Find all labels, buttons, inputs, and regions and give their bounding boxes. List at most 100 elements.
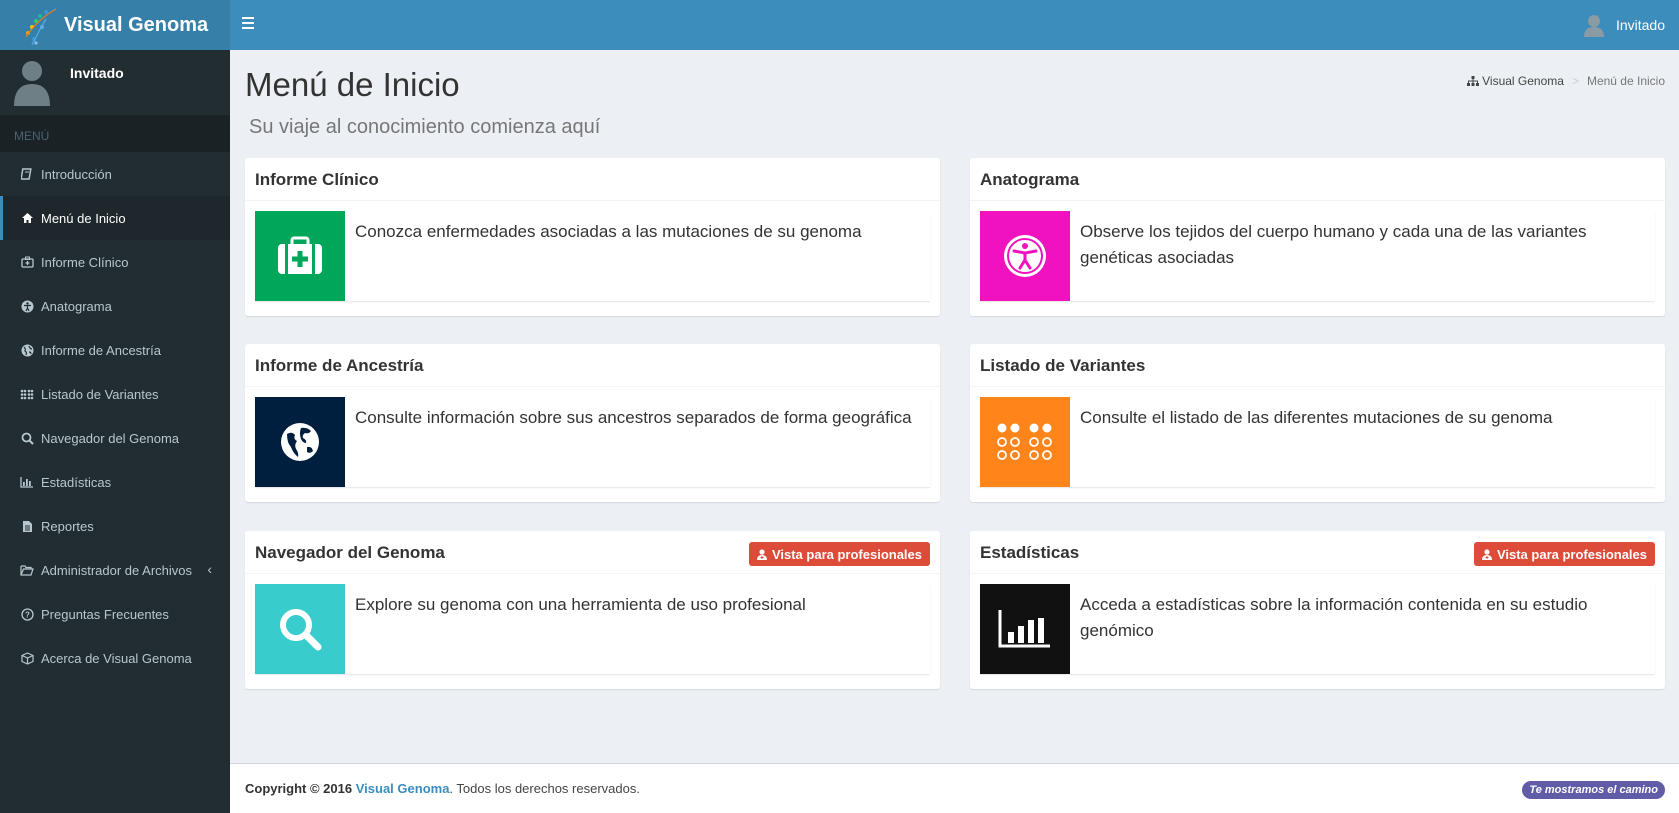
card-icon-container — [255, 211, 345, 301]
footer-brand-link[interactable]: Visual Genoma — [356, 781, 450, 796]
home-icon — [20, 211, 34, 225]
sidebar-item-informe-clinico[interactable]: Informe Clínico — [0, 240, 230, 284]
globe-icon — [281, 423, 319, 461]
folder-open-icon — [20, 563, 34, 577]
file-icon — [20, 519, 34, 533]
breadcrumb-separator: > — [1571, 74, 1579, 88]
card-header: Informe Clínico — [245, 161, 940, 201]
card-anatograma: Anatograma Observe los tejidos del cuerp… — [970, 158, 1665, 316]
sidebar-item-label: Informe de Ancestría — [41, 342, 161, 358]
sidebar-item-informe-ancestria[interactable]: Informe de Ancestría — [0, 328, 230, 372]
bar-chart-icon — [20, 475, 34, 489]
dots-grid-icon — [20, 387, 34, 401]
card-icon-container — [980, 397, 1070, 487]
user-avatar-icon — [14, 61, 50, 106]
professional-view-button[interactable]: Vista para profesionales — [1473, 542, 1655, 566]
dna-logo-icon — [25, 7, 57, 46]
card-description: Observe los tejidos del cuerpo humano y … — [1080, 222, 1587, 267]
svg-text:?: ? — [25, 610, 30, 619]
sidebar-item-introduccion[interactable]: Introducción — [0, 152, 230, 196]
sidebar-item-anatograma[interactable]: Anatograma — [0, 284, 230, 328]
sidebar-item-reportes[interactable]: Reportes — [0, 504, 230, 548]
card-icon-container — [980, 211, 1070, 301]
professional-view-button[interactable]: Vista para profesionales — [748, 542, 930, 566]
app-title: Visual Genoma — [64, 13, 209, 36]
user-panel: Invitado — [0, 50, 230, 115]
card-description: Explore su genoma con una herramienta de… — [355, 595, 806, 614]
sidebar-item-preguntas-frecuentes[interactable]: ? Preguntas Frecuentes — [0, 592, 230, 636]
sidebar-item-acerca-visual-genoma[interactable]: Acerca de Visual Genoma — [0, 636, 230, 680]
bar-chart-icon — [998, 610, 1050, 648]
search-icon — [280, 609, 322, 651]
card-icon-container — [255, 584, 345, 674]
professional-view-label: Vista para profesionales — [771, 546, 922, 562]
card-title: Informe Clínico — [255, 170, 379, 189]
page-subtitle: Su viaje al conocimiento comienza aquí — [249, 116, 601, 138]
search-icon — [20, 431, 34, 445]
sidebar-item-label: Acerca de Visual Genoma — [41, 650, 192, 666]
sidebar-item-label: Menú de Inicio — [41, 210, 126, 226]
card-title: Anatograma — [980, 170, 1080, 189]
sidebar-item-administrador-archivos[interactable]: Administrador de Archivos ‹ — [0, 548, 230, 592]
app-logo[interactable]: Visual Genoma — [0, 0, 230, 50]
info-box-estadisticas[interactable]: Acceda a estadísticas sobre la informaci… — [980, 584, 1655, 674]
user-avatar-icon — [1583, 15, 1604, 37]
dots-grid-icon — [997, 423, 1052, 460]
footer-copyright: Copyright © 2016 Visual Genoma. Todos lo… — [245, 781, 640, 796]
card-title: Navegador del Genoma — [255, 543, 445, 562]
user-menu[interactable]: Invitado — [1582, 0, 1665, 50]
medkit-icon — [278, 236, 322, 274]
copyright-text: Copyright © 2016 — [245, 781, 353, 796]
card-icon-container — [255, 397, 345, 487]
cube-icon — [20, 651, 34, 665]
top-navbar: Visual Genoma Invitado — [0, 0, 1679, 50]
sidebar-menu: Introducción Menú de Inicio Informe Clín… — [0, 152, 230, 680]
footer: Copyright © 2016 Visual Genoma. Todos lo… — [230, 763, 1679, 813]
sidebar-item-navegador-genoma[interactable]: Navegador del Genoma — [0, 416, 230, 460]
sitemap-icon — [1467, 75, 1480, 86]
card-description: Conozca enfermedades asociadas a las mut… — [355, 222, 862, 241]
card-description: Consulte información sobre sus ancestros… — [355, 408, 912, 427]
card-header: Listado de Variantes — [970, 347, 1665, 387]
sidebar-item-menu-inicio[interactable]: Menú de Inicio — [0, 196, 230, 240]
card-informe-clinico: Informe Clínico Conozca enfermedades aso… — [245, 158, 940, 316]
info-box-listado-variantes[interactable]: Consulte el listado de las diferentes mu… — [980, 397, 1655, 487]
sidebar: Invitado MENÚ Introducción Menú de Inici… — [0, 50, 230, 813]
card-title: Informe de Ancestría — [255, 356, 424, 375]
breadcrumb-root-link[interactable]: Visual Genoma — [1482, 74, 1564, 88]
menu-header: MENÚ — [0, 115, 230, 152]
medkit-icon — [20, 255, 34, 269]
card-description: Acceda a estadísticas sobre la informaci… — [1080, 595, 1588, 640]
sidebar-item-label: Listado de Variantes — [41, 386, 159, 402]
info-box-navegador-genoma[interactable]: Explore su genoma con una herramienta de… — [255, 584, 930, 674]
footer-rights-text: . Todos los derechos reservados. — [449, 781, 640, 796]
card-header: Navegador del Genoma Vista para profesio… — [245, 534, 940, 574]
slogan-badge: Te mostramos el camino — [1522, 781, 1665, 799]
sidebar-item-label: Preguntas Frecuentes — [41, 606, 169, 622]
user-md-icon — [756, 548, 767, 560]
sidebar-item-estadisticas[interactable]: Estadísticas — [0, 460, 230, 504]
card-title: Listado de Variantes — [980, 356, 1146, 375]
universal-access-icon — [20, 299, 34, 313]
card-informe-ancestria: Informe de Ancestría Consulte informació… — [245, 344, 940, 502]
sidebar-toggle-button[interactable] — [242, 14, 262, 36]
info-box-anatograma[interactable]: Observe los tejidos del cuerpo humano y … — [980, 211, 1655, 301]
chevron-left-icon[interactable]: ‹ — [207, 561, 212, 577]
info-box-informe-clinico[interactable]: Conozca enfermedades asociadas a las mut… — [255, 211, 930, 301]
question-circle-icon: ? — [20, 607, 34, 621]
book-icon — [20, 167, 34, 181]
sidebar-item-label: Administrador de Archivos — [41, 562, 193, 578]
info-box-informe-ancestria[interactable]: Consulte información sobre sus ancestros… — [255, 397, 930, 487]
breadcrumb: Visual Genoma > Menú de Inicio — [1467, 74, 1665, 88]
page-title: Menú de Inicio — [245, 66, 460, 103]
card-title: Estadísticas — [980, 543, 1080, 562]
card-header: Informe de Ancestría — [245, 347, 940, 387]
sidebar-item-listado-variantes[interactable]: Listado de Variantes — [0, 372, 230, 416]
sidebar-item-label: Reportes — [41, 518, 94, 534]
sidebar-item-label: Estadísticas — [41, 474, 112, 490]
card-listado-variantes: Listado de Variantes Consulte el listado… — [970, 344, 1665, 502]
universal-access-icon — [1004, 235, 1046, 277]
card-header: Estadísticas Vista para profesionales — [970, 534, 1665, 574]
card-header: Anatograma — [970, 161, 1665, 201]
globe-icon — [20, 343, 34, 357]
